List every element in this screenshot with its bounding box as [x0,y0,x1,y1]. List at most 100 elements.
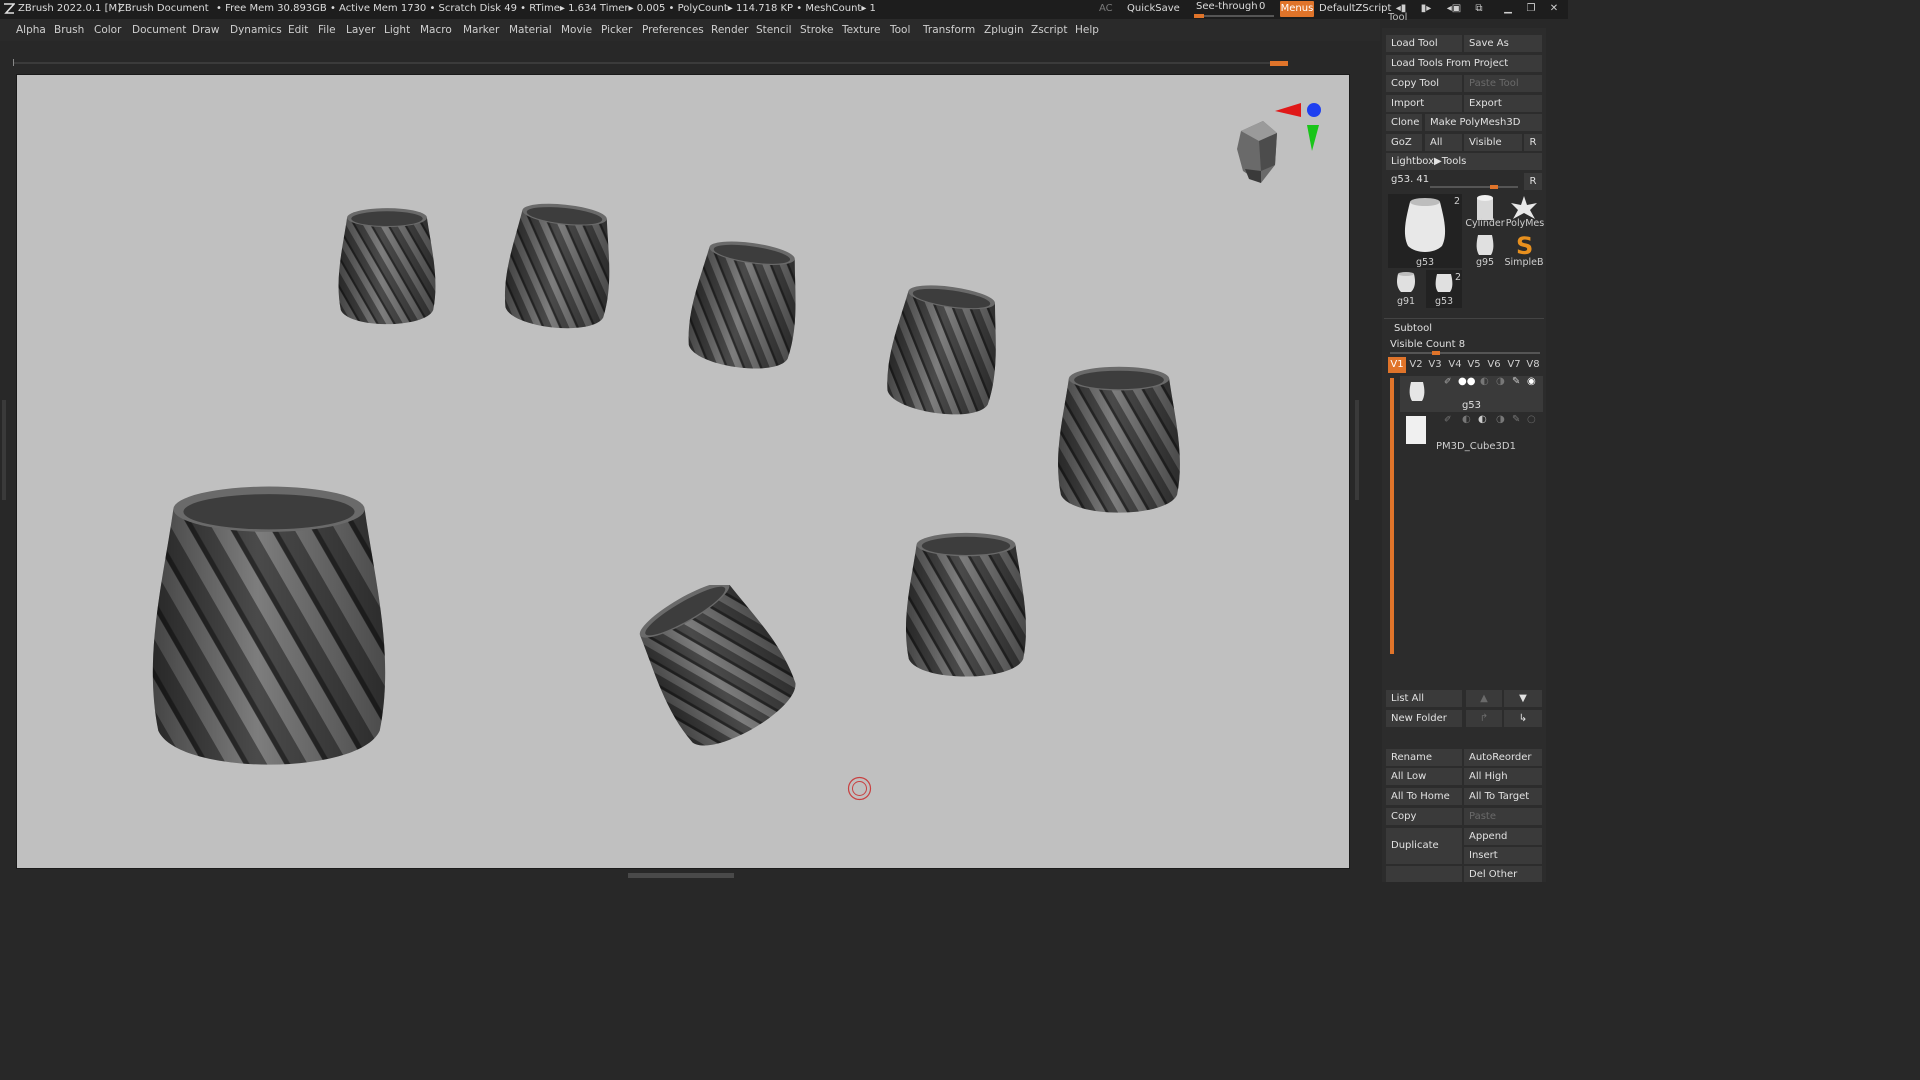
mask-toggle-icon[interactable]: ◑ [1496,414,1505,425]
goz-all-button[interactable]: All [1425,134,1462,151]
menu-document[interactable]: Document [132,24,186,36]
copy-button[interactable]: Copy [1386,808,1462,825]
current-tool-slider[interactable] [1430,186,1518,188]
vase-model-6[interactable] [901,525,1031,689]
material-toggle-icon[interactable]: ◐ [1480,376,1489,387]
move-down-folder-icon[interactable]: ↳ [1504,710,1542,727]
subtool-tab-v8[interactable]: V8 [1524,357,1542,373]
menu-brush[interactable]: Brush [54,24,84,36]
polypaint-toggle-icon[interactable]: ◐ [1462,414,1471,425]
seethrough-slider-knob[interactable] [1194,14,1204,18]
menu-macro[interactable]: Macro [420,24,452,36]
subtool-title[interactable]: Subtool [1394,323,1432,334]
goz-button[interactable]: GoZ [1386,134,1422,151]
new-folder-button[interactable]: New Folder [1386,710,1462,727]
all-to-target-button[interactable]: All To Target [1464,788,1542,805]
menus-button[interactable]: Menus [1280,1,1314,17]
make-polymesh3d-button[interactable]: Make PolyMesh3D [1425,114,1542,131]
menu-help[interactable]: Help [1075,24,1099,36]
menu-edit[interactable]: Edit [288,24,308,36]
minimize-icon[interactable]: ▁ [1499,2,1517,16]
autoreorder-button[interactable]: AutoReorder [1464,749,1542,766]
rename-button[interactable]: Rename [1386,749,1462,766]
load-tool-button[interactable]: Load Tool [1386,35,1462,52]
subtool-tab-v2[interactable]: V2 [1407,357,1425,373]
vase-model-3[interactable] [687,239,802,375]
insert-button[interactable]: Insert [1464,847,1542,864]
subtool-tab-v5[interactable]: V5 [1465,357,1483,373]
subtool-item-pm3d-cube[interactable]: ✐ ◐ ◐ ◑ ✎ ○ PM3D_Cube3D1 [1400,414,1543,452]
export-button[interactable]: Export [1464,95,1542,112]
copy-tool-button[interactable]: Copy Tool [1386,75,1462,92]
eye-icon[interactable]: ○ [1527,414,1536,425]
layout-right-icon[interactable]: ▮▸ [1417,2,1435,16]
left-tray-handle[interactable] [2,400,6,500]
subtool-tab-v6[interactable]: V6 [1485,357,1503,373]
all-to-home-button[interactable]: All To Home [1386,788,1462,805]
subtool-tab-v7[interactable]: V7 [1505,357,1523,373]
menu-layer[interactable]: Layer [346,24,375,36]
menu-texture[interactable]: Texture [842,24,880,36]
menu-file[interactable]: File [318,24,336,36]
duplicate-button[interactable]: Duplicate [1386,828,1462,864]
edit-icon[interactable]: ✎ [1512,376,1520,387]
visible-count-slider-knob[interactable] [1432,351,1440,355]
save-as-button[interactable]: Save As [1464,35,1542,52]
menu-transform[interactable]: Transform [923,24,975,36]
subtool-tab-v1[interactable]: V1 [1388,357,1406,373]
close-icon[interactable]: ✕ [1545,2,1563,16]
subtool-item-g53[interactable]: ✐ ●● ◐ ◑ ✎ ◉ g53 [1400,376,1543,412]
move-up-folder-icon[interactable]: ↱ [1466,710,1502,727]
script-button[interactable]: DefaultZScript [1319,3,1391,14]
vase-model-large[interactable] [137,479,401,781]
bottom-tray-handle[interactable] [628,873,734,878]
menu-picker[interactable]: Picker [601,24,632,36]
menu-movie[interactable]: Movie [561,24,592,36]
menu-light[interactable]: Light [384,24,410,36]
current-tool-r-button[interactable]: R [1524,173,1542,190]
menu-stencil[interactable]: Stencil [756,24,792,36]
brush-icon[interactable]: ✐ [1444,377,1452,387]
list-all-button[interactable]: List All [1386,690,1462,707]
axis-gizmo-icon[interactable] [1271,97,1323,153]
menu-zscript[interactable]: Zscript [1031,24,1067,36]
menu-color[interactable]: Color [94,24,121,36]
mask-toggle-icon[interactable]: ◑ [1496,376,1505,387]
subtool-tab-v3[interactable]: V3 [1426,357,1444,373]
material-toggle-icon[interactable]: ◐ [1478,414,1487,425]
vase-model-1[interactable] [331,205,443,331]
paste-tool-button[interactable]: Paste Tool [1464,75,1542,92]
vase-model-7[interactable] [637,585,797,747]
window-arrange-icon[interactable]: ◂▣ [1445,2,1463,16]
menu-zplugin[interactable]: Zplugin [984,24,1024,36]
seethrough-slider[interactable] [1194,14,1274,18]
eye-icon[interactable]: ◉ [1527,376,1536,387]
append-button[interactable]: Append [1464,828,1542,845]
edit-icon[interactable]: ✎ [1512,414,1520,425]
goz-visible-button[interactable]: Visible [1464,134,1522,151]
import-button[interactable]: Import [1386,95,1462,112]
right-tray-handle[interactable] [1355,400,1359,500]
menu-dynamics[interactable]: Dynamics [230,24,282,36]
arrow-up-icon[interactable]: ▲ [1466,690,1502,707]
subtool-list-scrollbar[interactable] [1390,378,1394,654]
all-high-button[interactable]: All High [1464,768,1542,785]
maximize-icon[interactable]: ❐ [1522,2,1540,16]
menu-render[interactable]: Render [711,24,748,36]
paste-button[interactable]: Paste [1464,808,1542,825]
visible-count-slider[interactable] [1390,352,1540,354]
menu-preferences[interactable]: Preferences [642,24,704,36]
goz-r-button[interactable]: R [1524,134,1542,151]
subtool-tab-v4[interactable]: V4 [1446,357,1464,373]
menu-marker[interactable]: Marker [463,24,499,36]
timeline-marker[interactable] [1270,61,1288,66]
quicksave-button[interactable]: QuickSave [1127,3,1180,14]
window-cascade-icon[interactable]: ⧉ [1470,2,1488,16]
vase-model-5[interactable] [1053,361,1185,523]
vase-model-2[interactable] [503,201,615,335]
current-tool-slider-knob[interactable] [1490,185,1498,189]
menu-stroke[interactable]: Stroke [800,24,833,36]
timeline-track[interactable] [14,62,1288,64]
arrow-down-icon[interactable]: ▼ [1504,690,1542,707]
clone-button[interactable]: Clone [1386,114,1422,131]
